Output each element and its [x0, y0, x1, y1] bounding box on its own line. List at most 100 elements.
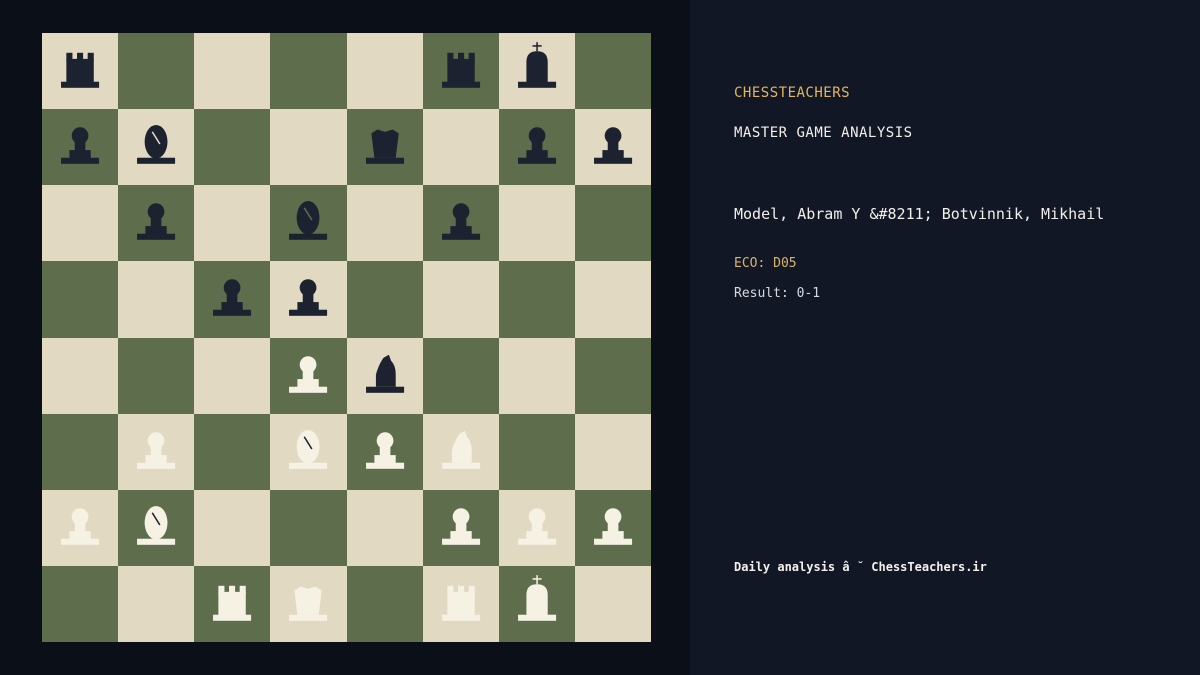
white-queen-icon[interactable] [270, 566, 346, 642]
square-b7[interactable] [118, 109, 195, 186]
black-pawn-icon[interactable] [42, 109, 118, 185]
square-f7[interactable] [422, 109, 499, 186]
square-b8[interactable] [118, 33, 195, 110]
square-e2[interactable] [346, 489, 423, 566]
black-knight-icon[interactable] [347, 338, 423, 414]
square-a8[interactable] [42, 33, 119, 110]
white-pawn-icon[interactable] [575, 490, 651, 566]
eco-code: ECO: D05 [734, 256, 797, 271]
square-f1[interactable] [422, 565, 499, 642]
square-g2[interactable] [498, 489, 575, 566]
square-d3[interactable] [270, 413, 347, 490]
white-bishop-icon[interactable] [270, 414, 346, 490]
white-knight-icon[interactable] [423, 414, 499, 490]
square-g5[interactable] [498, 261, 575, 338]
square-a3[interactable] [42, 413, 119, 490]
black-bishop-icon[interactable] [118, 109, 194, 185]
square-h2[interactable] [574, 489, 651, 566]
game-players: Model, Abram Y &#8211; Botvinnik, Mikhai… [734, 205, 1105, 223]
square-c8[interactable] [194, 33, 271, 110]
square-h4[interactable] [574, 337, 651, 414]
black-queen-icon[interactable] [347, 109, 423, 185]
info-panel: CHESSTEACHERS MASTER GAME ANALYSIS Model… [690, 0, 1200, 675]
black-king-icon[interactable] [499, 33, 575, 109]
square-a7[interactable] [42, 109, 119, 186]
square-h1[interactable] [574, 565, 651, 642]
square-g1[interactable] [498, 565, 575, 642]
square-d2[interactable] [270, 489, 347, 566]
square-f3[interactable] [422, 413, 499, 490]
brand-title: CHESSTEACHERS [734, 85, 851, 101]
square-d6[interactable] [270, 185, 347, 262]
square-e3[interactable] [346, 413, 423, 490]
square-a6[interactable] [42, 185, 119, 262]
black-pawn-icon[interactable] [270, 261, 346, 337]
chess-board[interactable] [42, 33, 651, 642]
white-bishop-icon[interactable] [118, 490, 194, 566]
game-result: Result: 0-1 [734, 286, 821, 301]
square-c4[interactable] [194, 337, 271, 414]
square-f4[interactable] [422, 337, 499, 414]
square-f2[interactable] [422, 489, 499, 566]
black-pawn-icon[interactable] [499, 109, 575, 185]
square-h3[interactable] [574, 413, 651, 490]
square-g6[interactable] [498, 185, 575, 262]
square-d5[interactable] [270, 261, 347, 338]
square-h8[interactable] [574, 33, 651, 110]
footer-credit: Daily analysis â ˘ ChessTeachers.ir [734, 560, 987, 574]
square-h7[interactable] [574, 109, 651, 186]
white-pawn-icon[interactable] [499, 490, 575, 566]
white-rook-icon[interactable] [423, 566, 499, 642]
square-b5[interactable] [118, 261, 195, 338]
white-pawn-icon[interactable] [118, 414, 194, 490]
white-king-icon[interactable] [499, 566, 575, 642]
white-pawn-icon[interactable] [347, 414, 423, 490]
square-e6[interactable] [346, 185, 423, 262]
white-pawn-icon[interactable] [270, 338, 346, 414]
square-g7[interactable] [498, 109, 575, 186]
square-h5[interactable] [574, 261, 651, 338]
square-b1[interactable] [118, 565, 195, 642]
square-c6[interactable] [194, 185, 271, 262]
square-d7[interactable] [270, 109, 347, 186]
square-c5[interactable] [194, 261, 271, 338]
black-rook-icon[interactable] [423, 33, 499, 109]
black-pawn-icon[interactable] [118, 185, 194, 261]
square-f6[interactable] [422, 185, 499, 262]
square-b6[interactable] [118, 185, 195, 262]
square-e5[interactable] [346, 261, 423, 338]
square-g4[interactable] [498, 337, 575, 414]
square-c7[interactable] [194, 109, 271, 186]
square-f8[interactable] [422, 33, 499, 110]
square-e4[interactable] [346, 337, 423, 414]
page-subtitle: MASTER GAME ANALYSIS [734, 125, 913, 141]
square-e8[interactable] [346, 33, 423, 110]
square-e7[interactable] [346, 109, 423, 186]
square-b3[interactable] [118, 413, 195, 490]
square-a4[interactable] [42, 337, 119, 414]
square-d1[interactable] [270, 565, 347, 642]
square-a2[interactable] [42, 489, 119, 566]
square-c3[interactable] [194, 413, 271, 490]
square-b2[interactable] [118, 489, 195, 566]
black-pawn-icon[interactable] [194, 261, 270, 337]
square-g8[interactable] [498, 33, 575, 110]
white-pawn-icon[interactable] [42, 490, 118, 566]
square-h6[interactable] [574, 185, 651, 262]
square-a5[interactable] [42, 261, 119, 338]
square-f5[interactable] [422, 261, 499, 338]
square-e1[interactable] [346, 565, 423, 642]
black-bishop-icon[interactable] [270, 185, 346, 261]
white-pawn-icon[interactable] [423, 490, 499, 566]
square-c1[interactable] [194, 565, 271, 642]
square-d8[interactable] [270, 33, 347, 110]
square-b4[interactable] [118, 337, 195, 414]
square-c2[interactable] [194, 489, 271, 566]
black-pawn-icon[interactable] [423, 185, 499, 261]
black-rook-icon[interactable] [42, 33, 118, 109]
black-pawn-icon[interactable] [575, 109, 651, 185]
white-rook-icon[interactable] [194, 566, 270, 642]
square-a1[interactable] [42, 565, 119, 642]
square-d4[interactable] [270, 337, 347, 414]
square-g3[interactable] [498, 413, 575, 490]
